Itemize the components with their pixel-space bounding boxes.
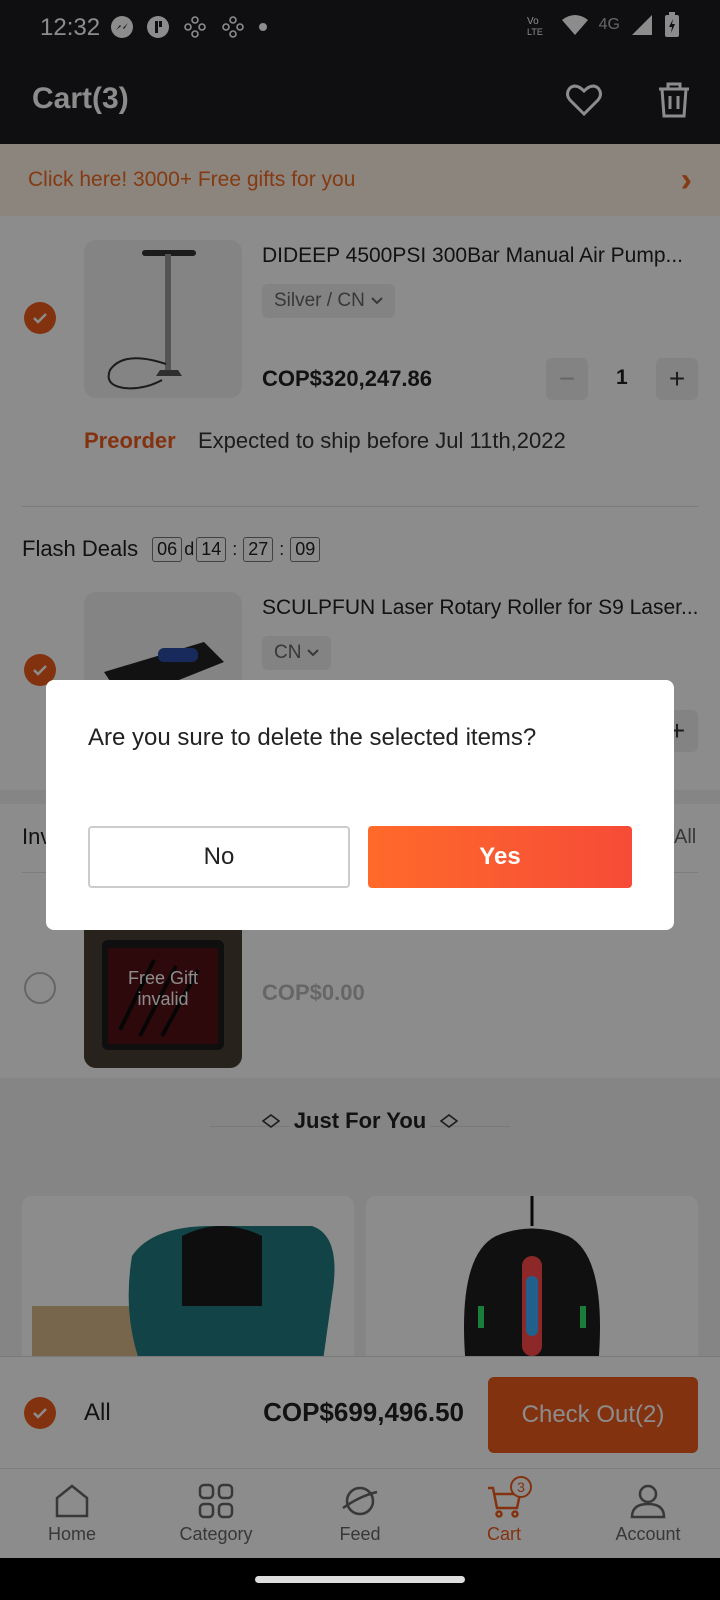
home-gesture-bar[interactable] — [255, 1576, 465, 1583]
delete-confirmation-dialog: Are you sure to delete the selected item… — [46, 680, 674, 930]
yes-button[interactable]: Yes — [368, 826, 632, 888]
system-nav-bar — [0, 1558, 720, 1600]
no-button[interactable]: No — [88, 826, 350, 888]
dialog-message: Are you sure to delete the selected item… — [88, 724, 537, 751]
